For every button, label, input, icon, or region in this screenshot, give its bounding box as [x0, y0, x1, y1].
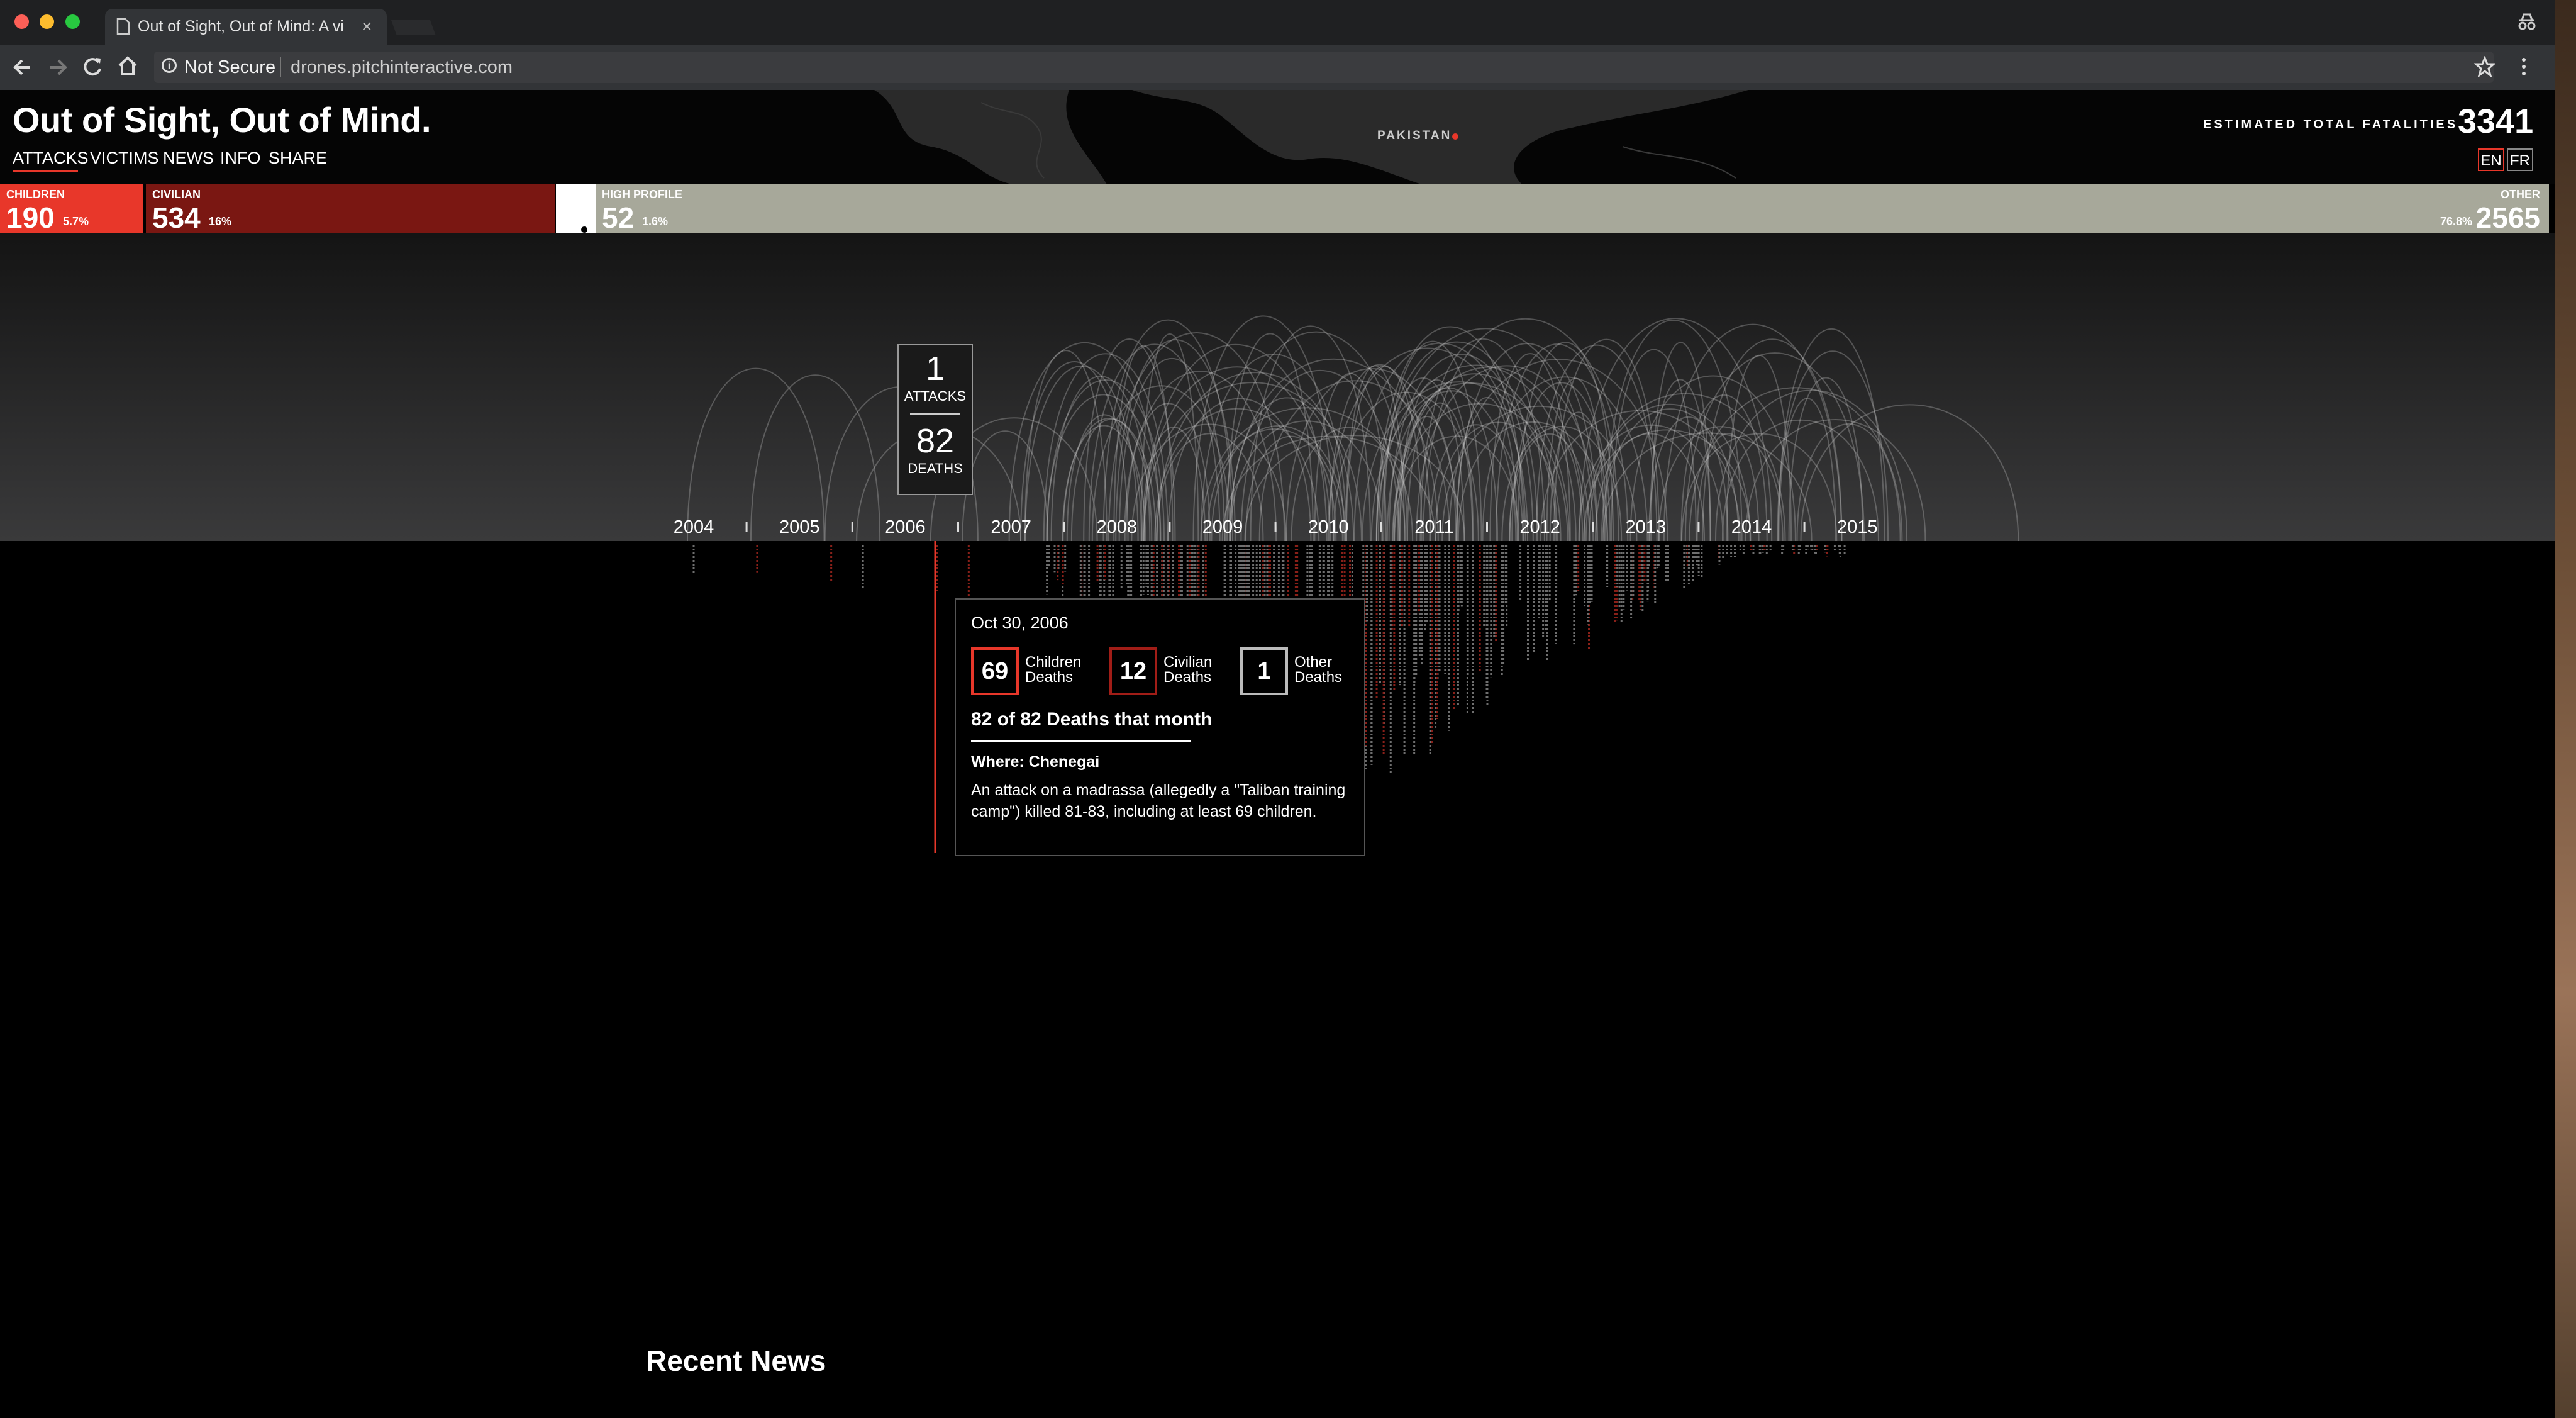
bookmark-star-icon[interactable]	[2474, 56, 2496, 77]
other-label: OTHER	[2501, 188, 2540, 201]
tab-title: Out of Sight, Out of Mind: A vi	[138, 18, 344, 35]
tooltip-location: Where: Chenegai	[971, 753, 1100, 771]
callout-deaths-label: DEATHS	[908, 461, 963, 476]
lang-en-button[interactable]: EN	[2478, 148, 2504, 171]
back-icon[interactable]	[13, 57, 33, 77]
category-civilian[interactable]: CIVILIAN 534 16%	[146, 184, 555, 234]
address-bar[interactable]: i Not Secure drones.pitchinteractive.com	[154, 52, 2494, 83]
fatalities-label: ESTIMATED TOTAL FATALITIES	[2203, 118, 2458, 131]
page-icon	[116, 18, 130, 35]
desktop-background-edge	[2555, 0, 2576, 1418]
browser-chrome: Out of Sight, Out of Mind: A vi × i Not …	[0, 0, 2555, 90]
callout-attacks-value: 1	[925, 350, 945, 388]
tooltip-description: An attack on a madrassa (allegedly a "Ta…	[971, 781, 1346, 820]
children-count: 190	[6, 201, 55, 234]
high-profile-count: 52	[602, 201, 635, 234]
not-secure-label: Not Secure	[184, 57, 276, 77]
incognito-icon	[2518, 13, 2536, 30]
fatalities-value: 3341	[2458, 103, 2534, 140]
other-deaths-box: 1	[1240, 647, 1288, 695]
new-tab-button[interactable]	[391, 20, 436, 35]
year-label: 2010	[1308, 517, 1349, 537]
high-profile-marker	[581, 226, 587, 233]
close-window-button[interactable]	[14, 14, 29, 29]
civilian-label: CIVILIAN	[152, 188, 201, 201]
map-label-pakistan: PAKISTAN	[1377, 129, 1452, 142]
other-pct: 76.8%	[2440, 215, 2472, 228]
tooltip-total-underline	[971, 740, 1191, 742]
hover-callout: 1 ATTACKS 82 DEATHS	[897, 344, 973, 495]
year-label: 2011	[1414, 517, 1453, 537]
address-separator	[280, 57, 281, 77]
category-high-profile-bar[interactable]	[556, 184, 596, 233]
nav-info[interactable]: INFO	[220, 148, 261, 168]
civilian-pct: 16%	[209, 215, 232, 228]
forward-icon[interactable]	[48, 57, 68, 77]
nav-news[interactable]: NEWS	[163, 148, 214, 168]
civilian-deaths-box: 12	[1109, 647, 1157, 695]
year-label: 2006	[885, 517, 926, 537]
high-profile-pct: 1.6%	[642, 215, 669, 228]
tooltip-month-total: 82 of 82 Deaths that month	[971, 709, 1213, 730]
year-label: 2013	[1626, 517, 1667, 537]
close-tab-icon[interactable]: ×	[362, 16, 372, 36]
callout-deaths-value: 82	[916, 422, 955, 460]
lang-fr-button[interactable]: FR	[2507, 148, 2533, 171]
menu-kebab-icon[interactable]	[2519, 56, 2528, 77]
children-label: CHILDREN	[6, 188, 65, 201]
browser-toolbar: i Not Secure drones.pitchinteractive.com	[0, 45, 2555, 90]
nav-attacks[interactable]: ATTACKS	[13, 148, 89, 168]
attack-tooltip: Oct 30, 2006 69 Children Deaths 12 Civili…	[955, 598, 1365, 856]
reload-icon[interactable]	[82, 56, 103, 77]
year-label: 2014	[1731, 517, 1772, 537]
browser-tab[interactable]: Out of Sight, Out of Mind: A vi ×	[105, 9, 387, 45]
children-deaths-box: 69	[971, 647, 1019, 695]
year-label: 2005	[779, 517, 820, 537]
civilian-count: 534	[152, 201, 201, 234]
site-title: Out of Sight, Out of Mind.	[13, 100, 431, 140]
active-nav-underline	[13, 170, 78, 172]
tooltip-date: Oct 30, 2006	[971, 613, 1069, 632]
year-label: 2008	[1097, 517, 1138, 537]
year-label: 2004	[674, 517, 714, 537]
info-icon[interactable]: i	[162, 58, 177, 73]
nav-share[interactable]: SHARE	[269, 148, 327, 168]
callout-divider	[910, 413, 960, 415]
home-icon[interactable]	[117, 55, 138, 77]
other-deaths-label: Other Deaths	[1294, 654, 1343, 686]
high-profile-label: HIGH PROFILE	[602, 188, 683, 201]
world-map	[874, 90, 1748, 184]
category-children[interactable]: CHILDREN 190 5.7%	[0, 184, 143, 234]
minimize-window-button[interactable]	[40, 14, 54, 29]
year-label: 2012	[1519, 517, 1560, 537]
civilian-deaths-label: Civilian Deaths	[1163, 654, 1213, 686]
callout-attacks-label: ATTACKS	[904, 388, 967, 404]
children-pct: 5.7%	[63, 215, 89, 228]
recent-news-heading: Recent News	[646, 1344, 826, 1377]
nav-victims[interactable]: VICTIMS	[90, 148, 159, 168]
year-label: 2007	[991, 517, 1031, 537]
children-deaths-label: Children Deaths	[1025, 654, 1082, 686]
arc-area-background	[0, 233, 2555, 541]
category-high-profile-other[interactable]: HIGH PROFILE 52 1.6% OTHER 2565 76.8%	[596, 184, 2549, 234]
other-count: 2565	[2475, 201, 2540, 234]
maximize-window-button[interactable]	[65, 14, 80, 29]
url-text[interactable]: drones.pitchinteractive.com	[291, 57, 513, 78]
year-label: 2009	[1202, 517, 1243, 537]
year-label: 2015	[1837, 517, 1878, 537]
